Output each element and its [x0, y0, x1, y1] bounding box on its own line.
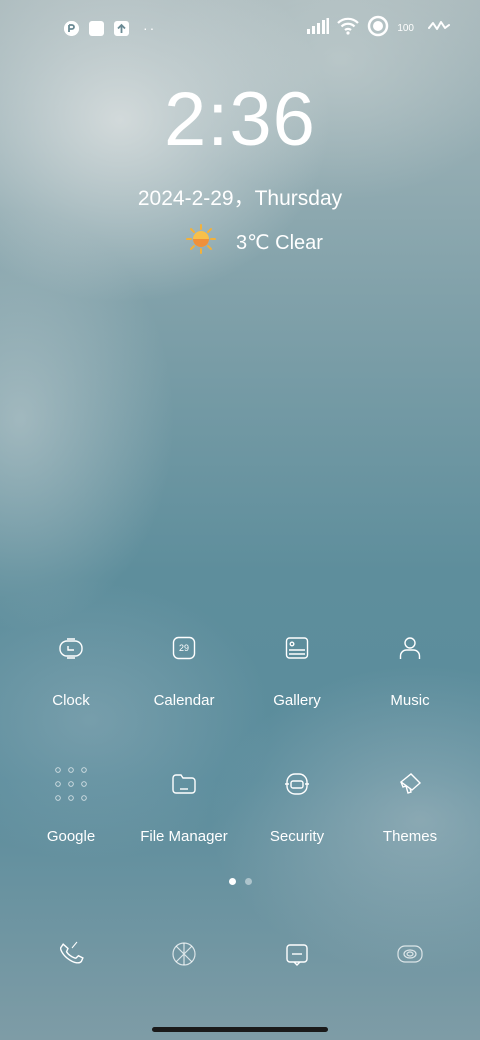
- app-security[interactable]: Security: [237, 764, 357, 845]
- app-label: File Manager: [140, 828, 228, 845]
- phone-icon: [56, 939, 86, 974]
- app-label: Calendar: [153, 692, 215, 709]
- messages-icon: [283, 940, 311, 973]
- lockscreen-time[interactable]: 2:36: [0, 76, 480, 163]
- app-label: Music: [390, 692, 430, 709]
- signal-icon: [307, 17, 330, 39]
- upload-icon: [114, 20, 129, 36]
- calendar-icon: 29: [164, 628, 204, 668]
- app-gallery[interactable]: Gallery: [237, 628, 357, 709]
- browser-icon: [170, 940, 198, 973]
- more-notifications-icon: ··: [143, 20, 157, 36]
- clock-icon: [51, 628, 91, 668]
- app-clock[interactable]: Clock: [11, 628, 131, 709]
- sun-icon: [186, 224, 216, 260]
- page-indicator[interactable]: [229, 878, 252, 885]
- dock-messages[interactable]: [277, 936, 317, 976]
- person-icon: [390, 628, 430, 668]
- dock-camera[interactable]: [390, 936, 430, 976]
- home-indicator[interactable]: [152, 1027, 328, 1032]
- notification-app-icon: [64, 20, 79, 36]
- status-bar-right: 100: [307, 15, 450, 42]
- app-calendar[interactable]: 29 Calendar: [124, 628, 244, 709]
- app-label: Gallery: [273, 692, 321, 709]
- dock-phone[interactable]: [51, 936, 91, 976]
- weather-text: 3℃ Clear: [236, 231, 323, 254]
- lockscreen-date[interactable]: 2024-2-29，Thursday: [0, 182, 480, 212]
- app-file-manager[interactable]: File Manager: [124, 764, 244, 845]
- page-dot-active[interactable]: [229, 878, 236, 885]
- notification-square-icon: [89, 20, 104, 36]
- page-dot[interactable]: [245, 878, 252, 885]
- security-icon: [277, 764, 317, 804]
- weather-widget[interactable]: 3℃ Clear: [186, 224, 323, 260]
- camera-icon: [395, 942, 425, 971]
- app-music[interactable]: Music: [350, 628, 470, 709]
- activity-icon: [428, 19, 450, 38]
- app-google[interactable]: Google: [11, 764, 131, 845]
- folder-icon: [164, 764, 204, 804]
- calendar-badge: 29: [178, 643, 189, 653]
- app-label: Clock: [52, 692, 90, 709]
- status-bar-left: ··: [64, 18, 156, 38]
- record-icon: [367, 15, 389, 42]
- brush-icon: [390, 764, 430, 804]
- gallery-icon: [277, 628, 317, 668]
- wifi-icon: [337, 17, 360, 40]
- app-label: Google: [46, 828, 96, 845]
- dock-browser[interactable]: [164, 936, 204, 976]
- app-themes[interactable]: Themes: [350, 764, 470, 845]
- battery-level: 100: [397, 22, 414, 34]
- app-label: Security: [269, 828, 325, 845]
- app-label: Themes: [382, 828, 438, 845]
- google-folder-icon: [51, 764, 91, 804]
